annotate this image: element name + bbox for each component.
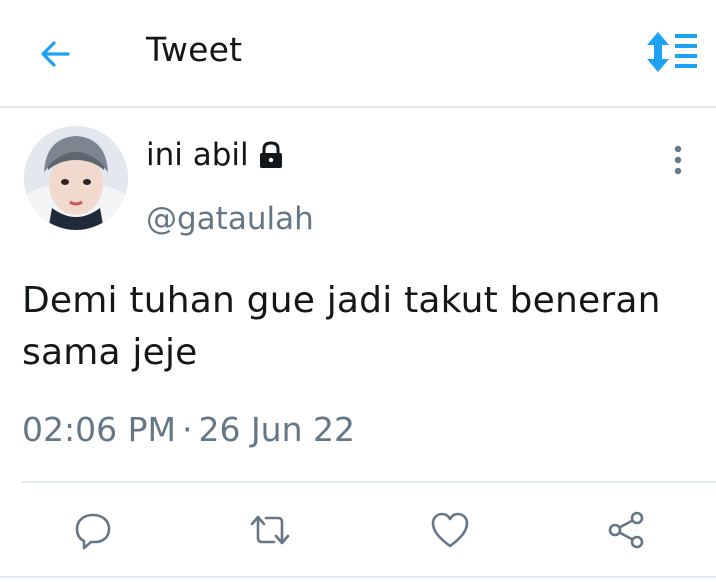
retweet-icon bbox=[250, 515, 290, 545]
tweet-date: 26 Jun 22 bbox=[198, 410, 355, 449]
sort-icon bbox=[647, 32, 697, 72]
tweet-text: Demi tuhan gue jadi takut beneran sama j… bbox=[22, 280, 661, 373]
reply-icon bbox=[75, 513, 111, 550]
meta-separator: · bbox=[181, 410, 193, 449]
divider bbox=[22, 481, 716, 483]
author-handle[interactable]: @gataulah bbox=[146, 201, 314, 237]
back-button[interactable] bbox=[36, 34, 76, 74]
tweet-timestamp: 02:06 PM · 26 Jun 22 bbox=[22, 410, 355, 449]
author-name-row[interactable]: ini abil bbox=[146, 137, 287, 173]
author-display-name: ini abil bbox=[146, 137, 249, 173]
share-icon bbox=[608, 511, 644, 549]
like-button[interactable] bbox=[428, 508, 472, 552]
sort-button[interactable] bbox=[645, 30, 699, 74]
lock-icon bbox=[259, 141, 282, 168]
more-options-button[interactable] bbox=[662, 140, 694, 180]
arrow-left-icon bbox=[41, 41, 70, 67]
page-title: Tweet bbox=[146, 30, 243, 69]
like-icon bbox=[431, 512, 469, 548]
tweet-actions-bar bbox=[0, 500, 716, 560]
profile-photo bbox=[24, 126, 128, 230]
bottom-divider bbox=[0, 576, 716, 578]
top-app-bar: Tweet bbox=[0, 0, 716, 108]
avatar[interactable] bbox=[24, 126, 128, 230]
share-button[interactable] bbox=[604, 508, 648, 552]
tweet-time: 02:06 PM bbox=[22, 410, 176, 449]
reply-button[interactable] bbox=[71, 508, 115, 552]
more-vertical-icon bbox=[674, 145, 682, 175]
retweet-button[interactable] bbox=[248, 508, 292, 552]
